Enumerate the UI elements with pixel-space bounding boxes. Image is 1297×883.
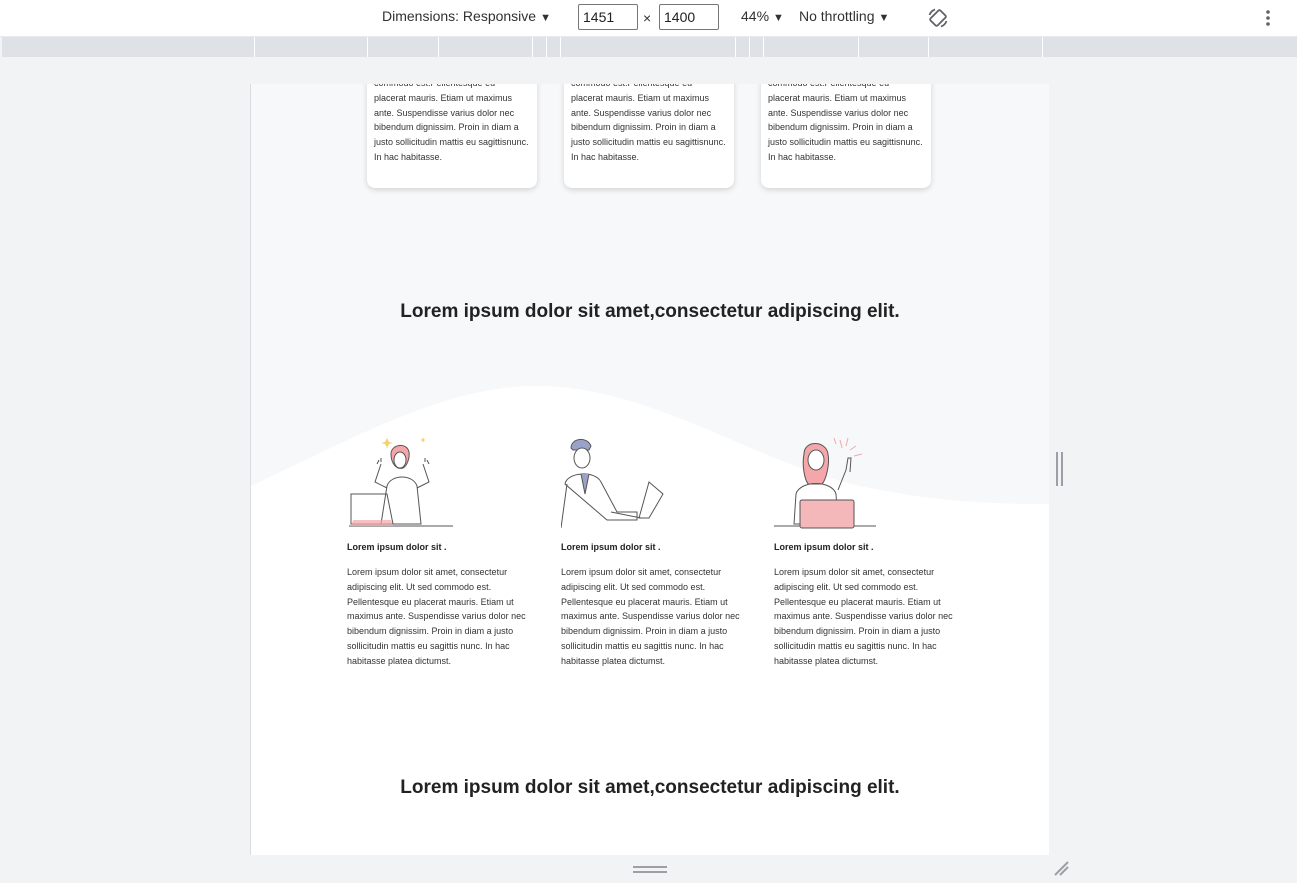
- dimensions-dropdown[interactable]: Dimensions: Responsive ▼: [382, 8, 551, 24]
- feature-text: Lorem ipsum dolor sit amet, consectetur …: [774, 567, 953, 666]
- width-input[interactable]: [578, 4, 638, 30]
- card-text: commodo est.Pellentesque eu placerat mau…: [571, 84, 726, 162]
- woman-celebrating-illustration: [349, 438, 453, 527]
- card: commodo est.Pellentesque eu placerat mau…: [761, 84, 931, 188]
- chevron-down-icon: ▼: [878, 12, 890, 24]
- card-text: commodo est.Pellentesque eu placerat mau…: [768, 84, 923, 162]
- throttling-dropdown[interactable]: No throttling ▼: [799, 8, 889, 24]
- media-query-bar[interactable]: [2, 37, 1297, 57]
- feature-text: Lorem ipsum dolor sit amet, consectetur …: [561, 567, 740, 666]
- woman-idea-illustration: [774, 437, 876, 529]
- feature-title: Lorem ipsum dolor sit .: [347, 542, 447, 552]
- feature-text: Lorem ipsum dolor sit amet, consectetur …: [347, 567, 526, 666]
- feature-title: Lorem ipsum dolor sit .: [774, 542, 874, 552]
- section-heading: Lorem ipsum dolor sit amet,consectetur a…: [400, 777, 900, 798]
- dimensions-label: Dimensions: Responsive: [382, 8, 537, 24]
- zoom-dropdown[interactable]: 44% ▼: [741, 8, 784, 24]
- resize-corner-icon[interactable]: [1052, 859, 1070, 877]
- more-vertical-icon[interactable]: [1260, 8, 1276, 28]
- feature-title: Lorem ipsum dolor sit .: [561, 542, 661, 552]
- times-symbol: ×: [643, 10, 652, 26]
- zoom-label: 44%: [741, 8, 770, 24]
- card: commodo est.Pellentesque eu placerat mau…: [367, 84, 537, 188]
- rotate-icon[interactable]: [926, 6, 950, 30]
- man-typing-illustration: [561, 439, 664, 529]
- chevron-down-icon: ▼: [540, 12, 551, 24]
- card-text: commodo est.Pellentesque eu placerat mau…: [374, 84, 529, 162]
- bottom-resize-handle[interactable]: [633, 866, 667, 874]
- throttling-label: No throttling: [799, 8, 875, 24]
- right-resize-handle[interactable]: [1056, 452, 1064, 486]
- height-input[interactable]: [659, 4, 719, 30]
- section-heading: Lorem ipsum dolor sit amet,consectetur a…: [400, 301, 900, 322]
- card: commodo est.Pellentesque eu placerat mau…: [564, 84, 734, 188]
- chevron-down-icon: ▼: [773, 12, 784, 24]
- device-toolbar: Dimensions: Responsive▼ × 44%▼ No thrott…: [0, 0, 1297, 37]
- device-viewport: commodo est.Pellentesque eu placerat mau…: [250, 84, 1049, 855]
